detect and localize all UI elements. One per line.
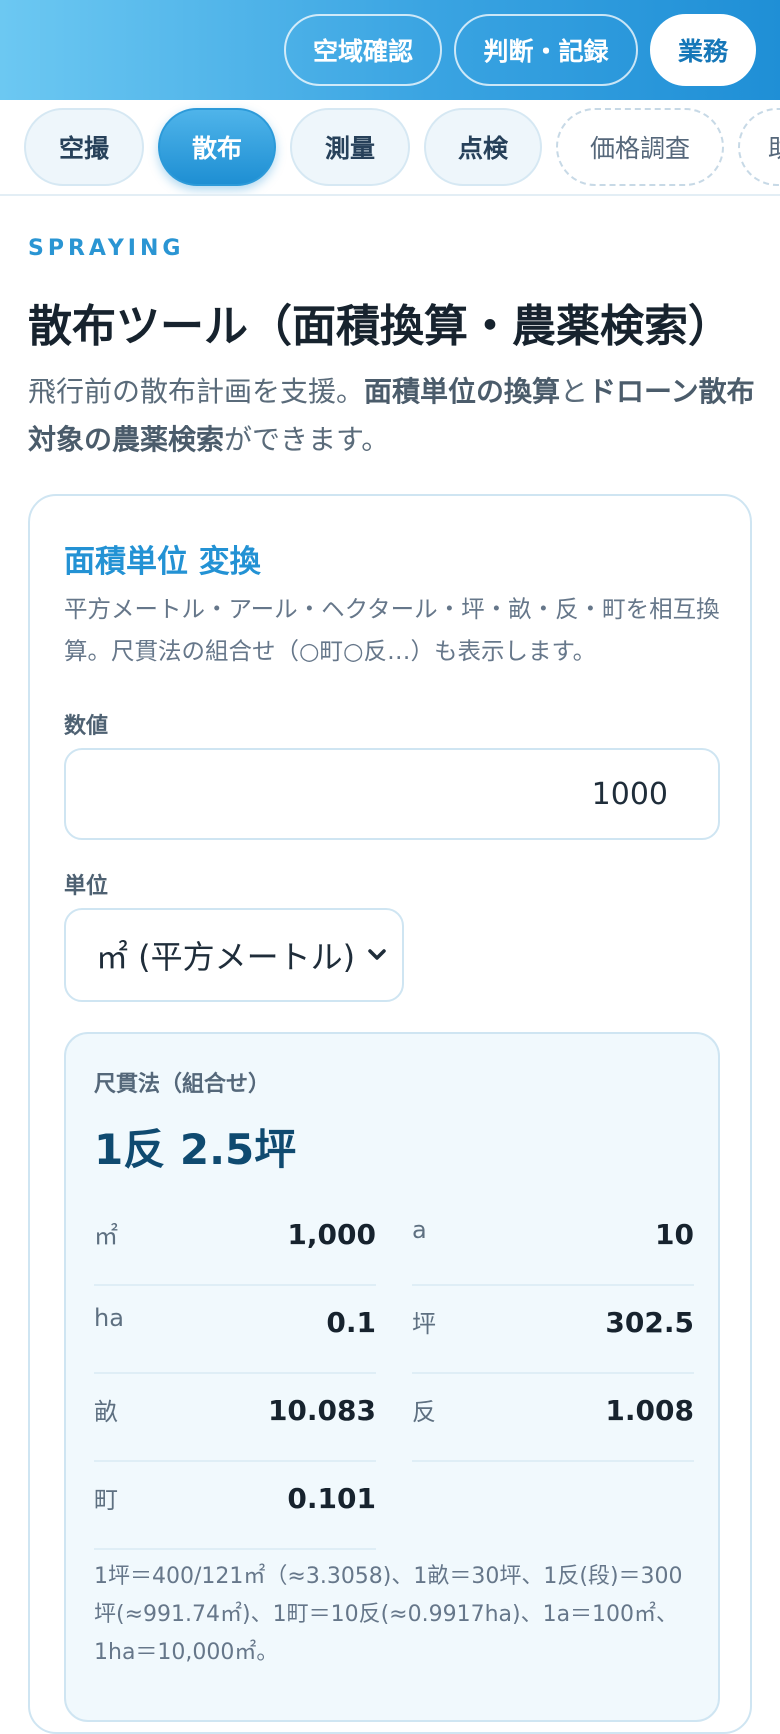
result-value: 0.101 — [287, 1482, 376, 1515]
combo-label: 尺貫法（組合せ） — [94, 1072, 271, 1097]
combo-value: 1反 2.5坪 — [94, 1125, 297, 1174]
value-label: 数値 — [64, 714, 109, 739]
airspace-check-button[interactable]: 空域確認 — [284, 14, 442, 86]
section-eyebrow: SPRAYING — [28, 236, 185, 261]
result-value: 10 — [655, 1218, 694, 1251]
result-value: 10.083 — [267, 1394, 376, 1427]
tab-spraying[interactable]: 散布 — [158, 108, 276, 186]
result-row-tan: 反 1.008 — [412, 1374, 694, 1462]
page-lead: 飛行前の散布計画を支援。面積単位の換算とドローン散布対象の農薬検索ができます。 — [28, 368, 758, 464]
lead-text-2: と — [560, 375, 589, 408]
lead-text-1: 飛行前の散布計画を支援。 — [28, 375, 365, 408]
result-unit: 畝 — [94, 1398, 118, 1426]
conversion-note: 1坪＝400/121㎡（≈3.3058)、1畝＝30坪、1反(段)＝300坪(≈… — [94, 1564, 683, 1665]
tab-inspection[interactable]: 点検 — [424, 108, 542, 186]
result-value: 302.5 — [605, 1306, 694, 1339]
page-title: 散布ツール（面積換算・農薬検索） — [28, 301, 732, 352]
lead-bold-1: 面積単位の換算 — [364, 375, 561, 408]
converter-title: 面積単位 変換 — [64, 544, 261, 580]
chevron-down-icon — [368, 949, 386, 960]
result-unit: 反 — [412, 1398, 436, 1426]
result-row-are: a 10 — [412, 1198, 694, 1286]
tab-survey[interactable]: 測量 — [290, 108, 410, 186]
converter-description: 平方メートル・アール・ヘクタール・坪・畝・反・町を相互換算。尺貫法の組合せ（○町… — [64, 595, 720, 665]
lead-text-3: ができます。 — [224, 423, 390, 456]
unit-select[interactable]: ㎡ (平方メートル) — [64, 908, 404, 1002]
value-input[interactable] — [64, 748, 720, 840]
unit-label: 単位 — [64, 874, 109, 899]
result-unit: 町 — [94, 1486, 118, 1514]
result-row-cho: 町 0.101 — [94, 1462, 376, 1550]
top-header: 空域確認 判断・記録 業務 — [0, 0, 780, 100]
result-value: 1.008 — [605, 1394, 694, 1427]
tab-aerial[interactable]: 空撮 — [24, 108, 144, 186]
judgement-record-button[interactable]: 判断・記録 — [454, 14, 638, 86]
result-row-ha: ha 0.1 — [94, 1286, 376, 1374]
business-button[interactable]: 業務 — [650, 14, 756, 86]
tab-next[interactable]: 助 — [738, 108, 780, 186]
unit-select-value: ㎡ (平方メートル) — [96, 938, 356, 976]
result-unit: 坪 — [412, 1310, 436, 1338]
result-row-tsubo: 坪 302.5 — [412, 1286, 694, 1374]
result-unit: ㎡ — [94, 1222, 118, 1250]
tab-price-survey[interactable]: 価格調査 — [556, 108, 724, 186]
result-value: 1,000 — [287, 1218, 376, 1251]
result-unit: ha — [94, 1304, 124, 1332]
result-row-m2: ㎡ 1,000 — [94, 1198, 376, 1286]
category-tabs: 空撮 散布 測量 点検 価格調査 助 — [0, 100, 780, 196]
conversion-result: 尺貫法（組合せ） 1反 2.5坪 ㎡ 1,000 a 10 ha 0.1 坪 3… — [64, 1032, 720, 1722]
result-unit: a — [412, 1216, 427, 1244]
result-row-se: 畝 10.083 — [94, 1374, 376, 1462]
result-value: 0.1 — [326, 1306, 376, 1339]
area-converter-card: 面積単位 変換 平方メートル・アール・ヘクタール・坪・畝・反・町を相互換算。尺貫… — [28, 494, 752, 1734]
